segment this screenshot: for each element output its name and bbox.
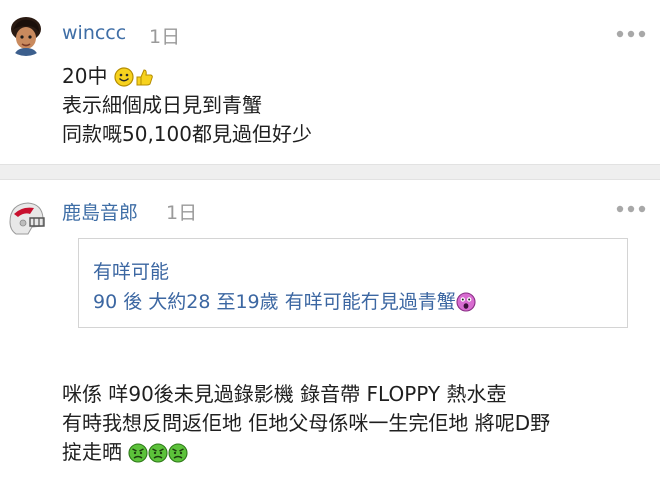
comment-text-line: 20中 [62,60,154,92]
comment-text-line: 咪係 咩90後未見過錄影機 錄音帶 FLOPPY 熱水壺 [62,382,507,406]
quote-text-line: 有咩可能 [93,261,170,283]
comment-text-line: 同款嘅50,100都見過但好少 [62,122,312,146]
avatar[interactable] [4,196,48,240]
comment-text-line: 掟走晒 [62,436,188,468]
angry-face-icon [128,443,148,468]
more-dots-icon [616,30,646,38]
angry-face-icon [168,443,188,468]
more-dots-icon [616,205,646,213]
avatar[interactable] [4,12,48,56]
comment-text-line: 表示細個成日見到青蟹 [62,93,262,117]
angry-face-icon [148,443,168,468]
username-link[interactable]: 鹿島音郎 [62,198,138,225]
username-link[interactable]: winccc [62,22,126,44]
timestamp: 1日 [149,26,181,48]
comment-post: winccc 1日 20中 表示細個成日見到青蟹 同款嘅50,100都見過但好少 [0,0,660,164]
post-separator [0,164,660,180]
quote-text-line: 90 後 大約28 至19歲 有咩可能冇見過青蟹 [93,287,476,317]
comment-text: 20中 [62,64,108,88]
comment-feed: winccc 1日 20中 表示細個成日見到青蟹 同款嘅50,100都見過但好少… [0,0,660,483]
comment-text: 掟走晒 [62,440,122,464]
helmet-avatar-icon [4,196,48,240]
shocked-face-icon [456,292,476,317]
more-options-button[interactable] [614,201,648,215]
comment-post: 鹿島音郎 1日 有咩可能 90 後 大約28 至19歲 有咩可能冇見過青蟹 咪係… [0,180,660,483]
quote-text: 90 後 大約28 至19歲 有咩可能冇見過青蟹 [93,291,456,313]
more-options-button[interactable] [614,26,648,40]
comment-text-line: 有時我想反問返佢地 佢地父母係咪一生完佢地 將呢D野 [62,411,551,435]
user-avatar-icon [4,12,48,56]
quoted-comment: 有咩可能 90 後 大約28 至19歲 有咩可能冇見過青蟹 [78,238,628,328]
timestamp: 1日 [166,202,198,224]
